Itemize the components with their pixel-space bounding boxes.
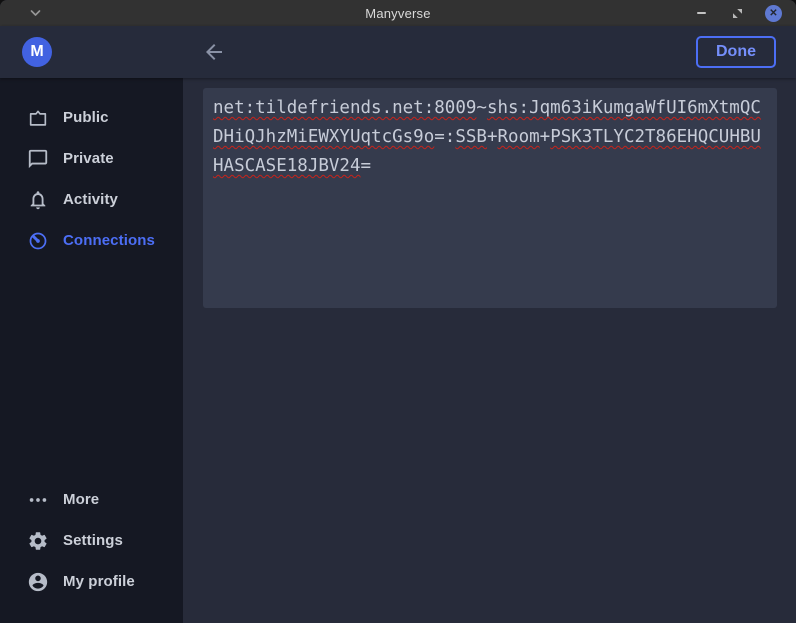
window-title: Manyverse [0, 6, 796, 21]
bell-icon [27, 189, 49, 211]
sidebar-bottom-group: More Settings My profile [0, 479, 183, 602]
sidebar-item-activity[interactable]: Activity [0, 179, 183, 220]
appbar: M Done [0, 26, 796, 78]
titlebar: Manyverse ✕ [0, 0, 796, 26]
back-button[interactable] [202, 40, 226, 64]
sidebar-item-label: Private [63, 150, 114, 167]
sidebar-item-label: More [63, 491, 99, 508]
manyverse-window: Manyverse ✕ M Done Public [0, 0, 796, 623]
sidebar-item-label: Activity [63, 191, 118, 208]
gauge-icon [27, 230, 49, 252]
close-button[interactable]: ✕ [765, 5, 782, 22]
content-row: Public Private Activity [0, 78, 796, 623]
main-content: net:tildefriends.net:8009~shs:Jqm63iKumg… [183, 78, 796, 623]
arrow-left-icon [202, 40, 226, 64]
sidebar-item-public[interactable]: Public [0, 97, 183, 138]
sidebar-item-settings[interactable]: Settings [0, 520, 183, 561]
sidebar-item-label: Settings [63, 532, 123, 549]
sidebar-item-label: My profile [63, 573, 135, 590]
ellipsis-icon [27, 489, 49, 511]
restore-icon [732, 8, 743, 19]
minimize-button[interactable] [693, 5, 709, 21]
window-controls: ✕ [693, 5, 782, 22]
sidebar-item-label: Public [63, 109, 109, 126]
sidebar-item-connections[interactable]: Connections [0, 220, 183, 261]
gear-icon [27, 530, 49, 552]
sidebar-item-more[interactable]: More [0, 479, 183, 520]
sidebar-item-label: Connections [63, 232, 155, 249]
invite-textarea[interactable]: net:tildefriends.net:8009~shs:Jqm63iKumg… [203, 88, 777, 308]
account-circle-icon [27, 571, 49, 593]
bulletin-board-icon [27, 107, 49, 129]
manyverse-logo-icon: M [22, 37, 52, 67]
sidebar-item-private[interactable]: Private [0, 138, 183, 179]
sidebar-item-my-profile[interactable]: My profile [0, 561, 183, 602]
minimize-icon [697, 12, 706, 14]
chat-bubble-icon [27, 148, 49, 170]
restore-button[interactable] [729, 5, 745, 21]
sidebar: Public Private Activity [0, 78, 183, 623]
sidebar-top-group: Public Private Activity [0, 97, 183, 261]
done-button[interactable]: Done [696, 36, 776, 68]
